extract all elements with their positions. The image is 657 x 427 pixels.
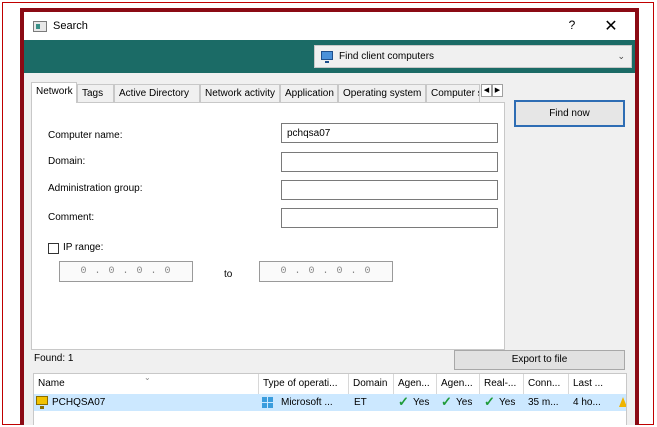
tab-network-activity[interactable]: Network activity [200, 84, 280, 102]
cell-domain: ET [354, 397, 367, 408]
chevron-down-icon: ⌄ [617, 51, 625, 61]
domain-label: Domain: [48, 156, 86, 167]
tab-tags[interactable]: Tags [77, 84, 114, 102]
column-realtime[interactable]: Real-... [480, 374, 524, 394]
windows-logo-icon [262, 397, 273, 408]
column-agent-2[interactable]: Agen... [437, 374, 480, 394]
agent-1-value: Yes [413, 397, 430, 408]
tab-application[interactable]: Application [280, 84, 338, 102]
computer-icon [36, 396, 48, 409]
network-tab-panel: Computer name: Domain: Administration gr… [31, 102, 505, 350]
search-target-dropdown[interactable]: Find client computers ⌄ [314, 45, 632, 68]
table-row[interactable]: PCHQSA07 Microsoft ... ET ✓ Yes ✓ Yes ✓ … [34, 394, 626, 411]
search-dialog: Search ? ✕ Find client computers ⌄ Netwo… [20, 8, 639, 425]
cell-realtime: ✓ Yes [480, 394, 524, 411]
column-name[interactable]: Name [34, 374, 259, 394]
cell-connected: 35 m... [528, 397, 559, 408]
tab-network[interactable]: Network [31, 82, 77, 103]
help-button[interactable]: ? [562, 18, 582, 36]
column-domain[interactable]: Domain [349, 374, 394, 394]
tab-scroll-left-icon[interactable]: ◀ [481, 84, 492, 97]
find-now-button[interactable]: Find now [514, 100, 625, 127]
admin-group-input[interactable] [281, 180, 498, 200]
comment-label: Comment: [48, 212, 95, 223]
cell-last: 4 ho... [569, 394, 626, 411]
search-target-label: Find client computers [339, 51, 435, 62]
tab-scroll-right-icon[interactable]: ▶ [492, 84, 503, 97]
last-value: 4 ho... [573, 397, 601, 408]
agent-2-value: Yes [456, 397, 473, 408]
realtime-value: Yes [499, 397, 516, 408]
check-icon: ✓ [398, 394, 409, 409]
window-icon [33, 21, 47, 32]
tab-operating-system[interactable]: Operating system [338, 84, 426, 102]
comment-input[interactable] [281, 208, 498, 228]
criteria-tabs: Network Tags Active Directory Network ac… [31, 82, 503, 103]
column-agent-1[interactable]: Agen... [394, 374, 437, 394]
check-icon: ✓ [441, 394, 452, 409]
cell-agent-2: ✓ Yes [437, 394, 480, 411]
column-os-type[interactable]: Type of operati... [259, 374, 349, 394]
computer-name-value: PCHQSA07 [52, 397, 106, 408]
ip-from-input[interactable]: 0 . 0 . 0 . 0 [59, 261, 193, 282]
admin-group-label: Administration group: [48, 183, 143, 194]
cell-agent-1: ✓ Yes [394, 394, 437, 411]
window-title: Search [53, 20, 88, 32]
computer-name-label: Computer name: [48, 130, 123, 141]
domain-input[interactable] [281, 152, 498, 172]
export-to-file-button[interactable]: Export to file [454, 350, 625, 370]
cell-name: PCHQSA07 [34, 394, 259, 411]
cell-os-type: Microsoft ... [259, 394, 349, 411]
warning-icon [619, 397, 626, 407]
search-target-bar: Find client computers ⌄ [24, 40, 635, 73]
computer-name-input[interactable] [281, 123, 498, 143]
check-icon: ✓ [484, 394, 495, 409]
close-button[interactable]: ✕ [601, 16, 621, 36]
found-count: Found: 1 [34, 353, 74, 364]
computer-monitor-icon [321, 51, 333, 63]
results-table: ⌄ Name Type of operati... Domain Agen...… [33, 373, 627, 425]
table-header: ⌄ Name Type of operati... Domain Agen...… [34, 374, 626, 394]
os-type-value: Microsoft ... [281, 397, 333, 408]
ip-range-label: IP range: [63, 242, 104, 253]
tab-computer-status[interactable]: Computer s [426, 84, 480, 102]
ip-to-label: to [224, 269, 233, 280]
tab-active-directory[interactable]: Active Directory [114, 84, 200, 102]
title-bar: Search ? ✕ [24, 12, 635, 40]
column-connected[interactable]: Conn... [524, 374, 569, 394]
ip-to-input[interactable]: 0 . 0 . 0 . 0 [259, 261, 393, 282]
column-last[interactable]: Last ... [569, 374, 626, 394]
ip-range-checkbox[interactable] [48, 243, 59, 254]
